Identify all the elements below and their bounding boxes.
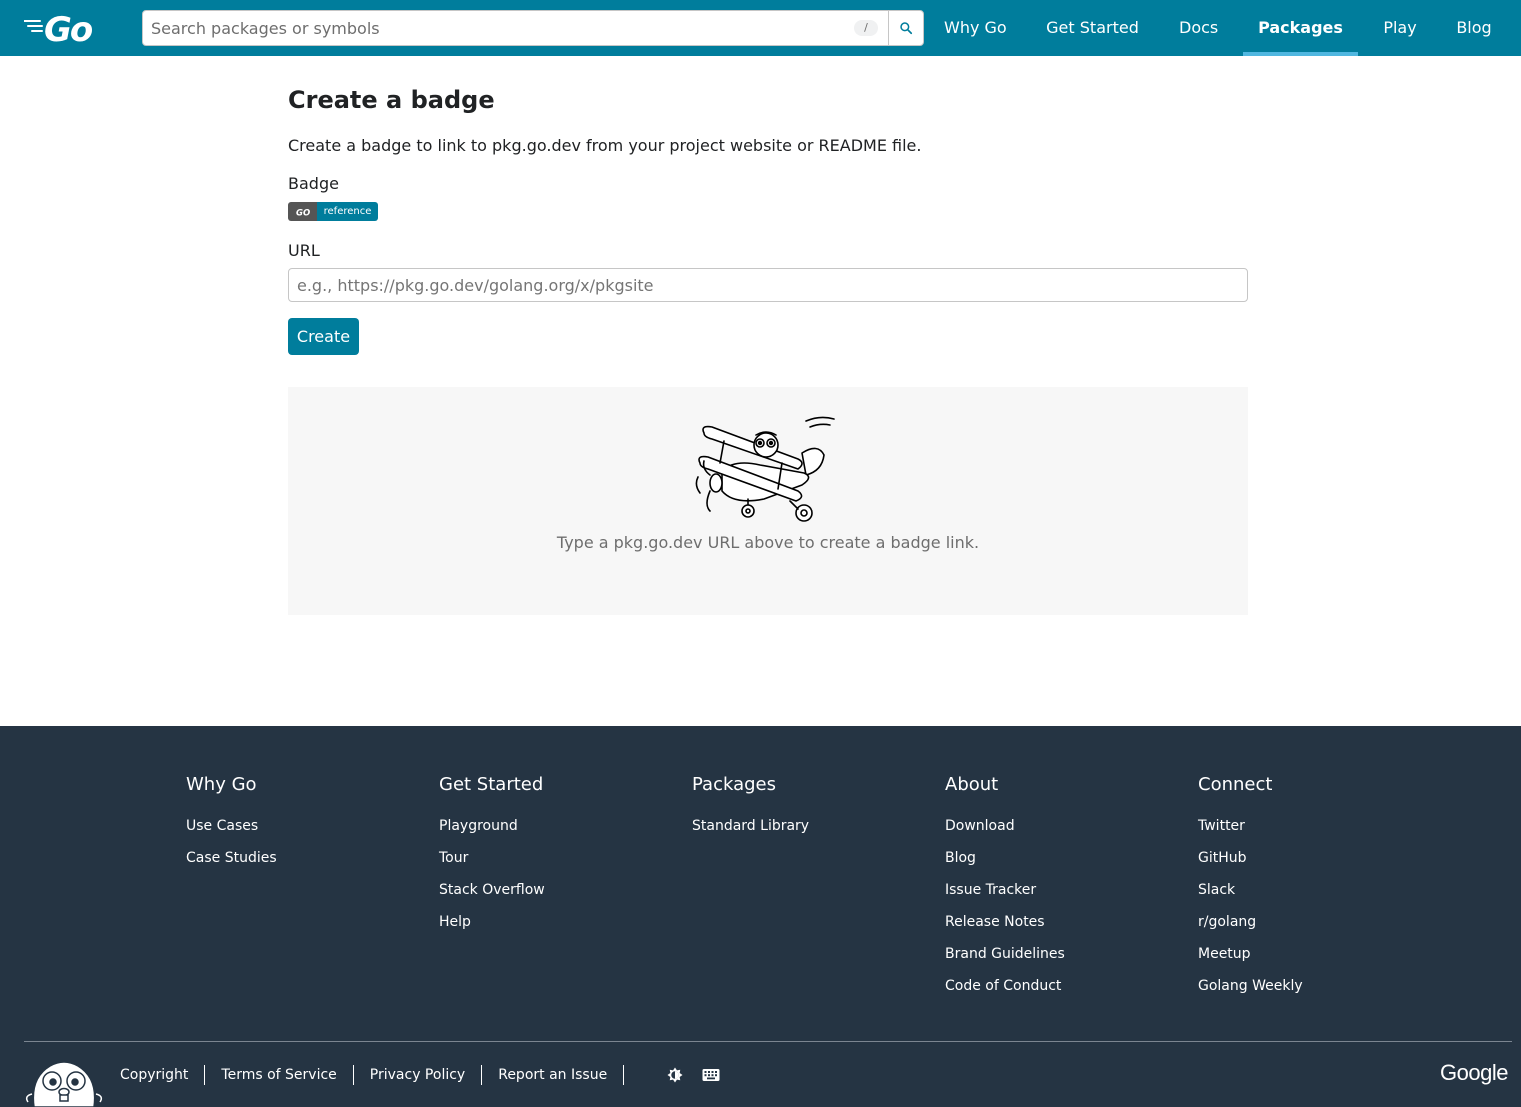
search-input[interactable] bbox=[143, 11, 843, 45]
search-bar: / bbox=[142, 10, 924, 46]
badge-go-segment: GO bbox=[288, 202, 317, 221]
go-logo-icon: Go bbox=[23, 10, 95, 50]
site-footer: Why Go Use Cases Case Studies Get Starte… bbox=[0, 726, 1521, 1107]
footer-column-connect: Connect Twitter GitHub Slack r/golang Me… bbox=[1198, 774, 1303, 1002]
badge-label: Badge bbox=[288, 174, 339, 193]
footer-link-copyright[interactable]: Copyright bbox=[120, 1067, 188, 1083]
footer-link-stack-overflow[interactable]: Stack Overflow bbox=[439, 874, 545, 906]
footer-link-golang-weekly[interactable]: Golang Weekly bbox=[1198, 970, 1303, 1002]
footer-link-blog[interactable]: Blog bbox=[945, 842, 1065, 874]
footer-link-report-issue[interactable]: Report an Issue bbox=[498, 1067, 607, 1083]
footer-link-brand-guidelines[interactable]: Brand Guidelines bbox=[945, 938, 1065, 970]
footer-column-about: About Download Blog Issue Tracker Releas… bbox=[945, 774, 1065, 1002]
footer-bottom-links: Copyright Terms of Service Privacy Polic… bbox=[120, 1064, 720, 1086]
separator bbox=[204, 1065, 206, 1085]
go-logo-text: Go bbox=[44, 10, 93, 46]
nav-blog[interactable]: Blog bbox=[1456, 0, 1492, 56]
footer-link-issue-tracker[interactable]: Issue Tracker bbox=[945, 874, 1065, 906]
site-header: Go / Why Go Get Started Docs Packages Pl… bbox=[0, 0, 1521, 56]
footer-link-code-of-conduct[interactable]: Code of Conduct bbox=[945, 970, 1065, 1002]
url-input[interactable] bbox=[288, 268, 1248, 302]
nav-why-go[interactable]: Why Go bbox=[944, 0, 1007, 56]
footer-link-github[interactable]: GitHub bbox=[1198, 842, 1303, 874]
url-label: URL bbox=[288, 241, 320, 260]
search-shortcut-hint: / bbox=[854, 20, 878, 36]
footer-link-download[interactable]: Download bbox=[945, 810, 1065, 842]
footer-link-meetup[interactable]: Meetup bbox=[1198, 938, 1303, 970]
nav-packages[interactable]: Packages bbox=[1258, 0, 1343, 56]
reference-badge: GO reference bbox=[288, 202, 378, 221]
footer-link-release-notes[interactable]: Release Notes bbox=[945, 906, 1065, 938]
footer-link-standard-library[interactable]: Standard Library bbox=[692, 810, 809, 842]
footer-link-twitter[interactable]: Twitter bbox=[1198, 810, 1303, 842]
footer-heading: Get Started bbox=[439, 774, 544, 795]
result-placeholder-text: Type a pkg.go.dev URL above to create a … bbox=[556, 533, 980, 552]
footer-link-privacy-policy[interactable]: Privacy Policy bbox=[370, 1067, 465, 1083]
gopher-airplane-illustration bbox=[695, 416, 835, 522]
search-button[interactable] bbox=[888, 10, 924, 46]
footer-link-terms-of-service[interactable]: Terms of Service bbox=[221, 1067, 336, 1083]
keyboard-icon bbox=[702, 1069, 720, 1081]
nav-play[interactable]: Play bbox=[1383, 0, 1417, 56]
badge-result-panel: Type a pkg.go.dev URL above to create a … bbox=[288, 387, 1248, 615]
footer-column-get-started: Get Started Playground Tour Stack Overfl… bbox=[439, 774, 545, 938]
svg-text:GO: GO bbox=[296, 208, 310, 216]
footer-link-slack[interactable]: Slack bbox=[1198, 874, 1303, 906]
footer-heading: Connect bbox=[1198, 774, 1273, 795]
separator bbox=[481, 1065, 483, 1085]
active-nav-indicator bbox=[1243, 52, 1358, 56]
footer-link-r-golang[interactable]: r/golang bbox=[1198, 906, 1303, 938]
footer-link-tour[interactable]: Tour bbox=[439, 842, 545, 874]
badge-reference-segment: reference bbox=[317, 202, 378, 221]
theme-toggle-button[interactable] bbox=[666, 1066, 684, 1084]
intro-text: Create a badge to link to pkg.go.dev fro… bbox=[288, 136, 922, 155]
footer-heading: Packages bbox=[692, 774, 776, 795]
footer-link-playground[interactable]: Playground bbox=[439, 810, 545, 842]
gopher-mascot-icon bbox=[25, 1061, 103, 1107]
separator bbox=[352, 1065, 354, 1085]
footer-column-why-go: Why Go Use Cases Case Studies bbox=[186, 774, 277, 874]
go-logo[interactable]: Go bbox=[23, 10, 108, 50]
separator bbox=[623, 1065, 625, 1085]
footer-divider bbox=[24, 1041, 1512, 1042]
footer-heading: About bbox=[945, 774, 999, 795]
keyboard-shortcuts-button[interactable] bbox=[702, 1066, 720, 1084]
page-title: Create a badge bbox=[288, 86, 495, 114]
nav-docs[interactable]: Docs bbox=[1179, 0, 1218, 56]
search-icon bbox=[900, 22, 913, 35]
theme-toggle-icon bbox=[667, 1067, 683, 1083]
footer-link-case-studies[interactable]: Case Studies bbox=[186, 842, 277, 874]
google-logo[interactable]: Google bbox=[1440, 1060, 1508, 1086]
create-button[interactable]: Create bbox=[288, 318, 359, 355]
footer-link-help[interactable]: Help bbox=[439, 906, 545, 938]
nav-get-started[interactable]: Get Started bbox=[1046, 0, 1139, 56]
search-box: / bbox=[142, 10, 889, 46]
footer-link-use-cases[interactable]: Use Cases bbox=[186, 810, 277, 842]
footer-heading: Why Go bbox=[186, 774, 257, 795]
go-badge-icon: GO bbox=[296, 208, 310, 216]
footer-column-packages: Packages Standard Library bbox=[692, 774, 809, 842]
